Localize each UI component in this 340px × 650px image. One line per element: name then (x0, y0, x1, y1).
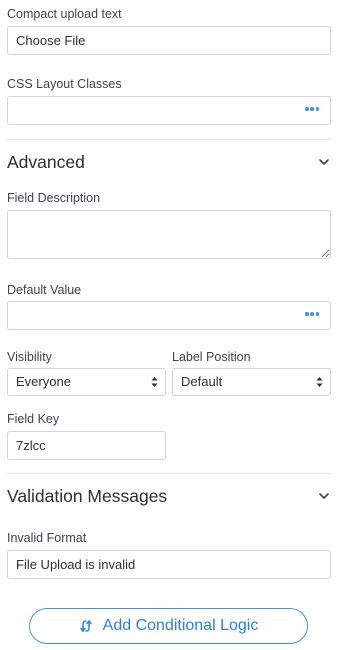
divider (7, 473, 331, 474)
default-value-label: Default Value (7, 283, 82, 297)
field-key-input[interactable] (7, 431, 166, 460)
css-layout-label: CSS Layout Classes (7, 77, 122, 91)
chevron-down-icon (319, 493, 329, 499)
css-layout-input[interactable] (7, 96, 331, 125)
more-dots-icon[interactable] (305, 311, 319, 317)
field-description-label: Field Description (7, 191, 101, 205)
visibility-label: Visibility (7, 350, 52, 364)
add-conditional-logic-label: Add Conditional Logic (102, 617, 259, 634)
add-conditional-logic-button[interactable]: Add Conditional Logic (29, 608, 308, 644)
conditional-branch-icon (79, 620, 92, 632)
default-value-input[interactable] (7, 301, 331, 330)
field-key-label: Field Key (7, 412, 60, 426)
invalid-format-input[interactable] (7, 550, 331, 579)
select-arrows-icon (151, 377, 158, 387)
visibility-selected: Everyone (16, 374, 71, 389)
advanced-section-toggle[interactable]: Advanced (7, 150, 331, 174)
css-layout-field (7, 96, 331, 125)
invalid-format-label: Invalid Format (7, 531, 87, 545)
validation-section-title: Validation Messages (7, 485, 168, 506)
advanced-section-title: Advanced (7, 151, 85, 172)
label-position-selected: Default (181, 374, 223, 389)
label-position-select[interactable]: Default (172, 368, 331, 396)
compact-upload-input[interactable] (7, 26, 331, 55)
more-dots-icon[interactable] (305, 106, 319, 112)
default-value-field (7, 301, 331, 330)
divider (7, 139, 331, 140)
label-position-label: Label Position (172, 350, 251, 364)
visibility-select[interactable]: Everyone (7, 368, 166, 396)
validation-section-toggle[interactable]: Validation Messages (7, 484, 331, 508)
select-arrows-icon (316, 377, 323, 387)
field-description-textarea[interactable] (7, 210, 331, 259)
chevron-down-icon (319, 159, 329, 165)
compact-upload-label: Compact upload text (7, 7, 122, 21)
